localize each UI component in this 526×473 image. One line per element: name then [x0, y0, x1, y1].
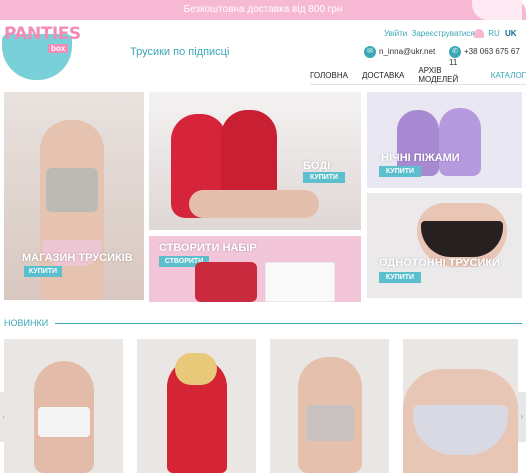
- promo-text: Безкоштовна доставка від 800 грн: [183, 4, 343, 15]
- pajamas-buy-button[interactable]: КУПИТИ: [379, 166, 421, 177]
- logo[interactable]: PANTIES box: [2, 24, 81, 82]
- top-image: [306, 405, 354, 441]
- hair-image: [175, 353, 217, 385]
- phone-contact[interactable]: ✆ +38 063 675 67 11: [449, 46, 526, 67]
- heart-icon[interactable]: [474, 29, 484, 39]
- tile-pajamas[interactable]: НІЧНІ ПІЖАМИ КУПИТИ: [367, 92, 522, 188]
- cart-button[interactable]: [472, 0, 522, 20]
- tile-shop[interactable]: МАГАЗИН ТРУСИКІВ КУПИТИ: [4, 92, 144, 300]
- email-contact[interactable]: ✉ n_inna@ukr.net: [364, 46, 435, 58]
- login-link[interactable]: Увійти: [384, 29, 407, 38]
- shop-buy-button[interactable]: КУПИТИ: [24, 266, 62, 277]
- model-image: [439, 108, 481, 176]
- tile-shop-title: МАГАЗИН ТРУСИКІВ: [22, 252, 133, 264]
- logo-text: PANTIES: [4, 24, 81, 44]
- promo-banner: Безкоштовна доставка від 800 грн: [0, 0, 526, 20]
- language-switcher: RU UK: [474, 29, 517, 39]
- product-card[interactable]: [137, 339, 256, 473]
- product-card[interactable]: [270, 339, 389, 473]
- top-image: [46, 168, 98, 212]
- card-image: [265, 262, 335, 302]
- tile-set[interactable]: СТВОРИТИ НАБІР СТВОРИТИ: [149, 236, 361, 302]
- mail-icon: ✉: [364, 46, 376, 58]
- tile-plain-title: ОДНОТОННІ ТРУСИКИ: [379, 257, 500, 269]
- product-card[interactable]: [403, 339, 518, 473]
- tile-plain[interactable]: ОДНОТОННІ ТРУСИКИ КУПИТИ: [367, 193, 522, 298]
- legs-image: [189, 190, 319, 218]
- phone-icon: ✆: [449, 46, 461, 58]
- nav-divider: [310, 84, 526, 85]
- carousel-next-button[interactable]: ›: [518, 392, 526, 442]
- lang-uk-link[interactable]: UK: [505, 29, 517, 38]
- main-nav: ГОЛОВНА ДОСТАВКА АРХІВ МОДЕЛЕЙ КАТАЛОГ: [310, 66, 526, 84]
- nav-delivery[interactable]: ДОСТАВКА: [362, 71, 404, 80]
- plain-buy-button[interactable]: КУПИТИ: [379, 272, 421, 283]
- logo-sub: box: [48, 44, 69, 53]
- nav-home[interactable]: ГОЛОВНА: [310, 71, 348, 80]
- tile-bodies[interactable]: БОДІ КУПИТИ: [149, 92, 361, 230]
- tile-set-title: СТВОРИТИ НАБІР: [159, 242, 257, 254]
- bodies-buy-button[interactable]: КУПИТИ: [303, 172, 345, 183]
- product-card[interactable]: [4, 339, 123, 473]
- lang-ru-link[interactable]: RU: [488, 29, 500, 38]
- nav-archive[interactable]: АРХІВ МОДЕЛЕЙ: [418, 66, 476, 84]
- tile-bodies-title: БОДІ: [303, 160, 331, 172]
- section-title: НОВИНКИ: [4, 318, 49, 328]
- top-image: [38, 407, 90, 437]
- section-divider: [55, 323, 522, 324]
- site-tagline: Трусики по підписці: [130, 46, 230, 58]
- nav-catalog[interactable]: КАТАЛОГ: [491, 71, 526, 80]
- tile-pajamas-title: НІЧНІ ПІЖАМИ: [381, 152, 460, 164]
- email-text: n_inna@ukr.net: [379, 47, 436, 57]
- register-link[interactable]: Зареєструватися: [412, 29, 475, 38]
- gift-box-image: [195, 262, 257, 302]
- auth-links: Увійти Зареєструватися: [384, 29, 477, 38]
